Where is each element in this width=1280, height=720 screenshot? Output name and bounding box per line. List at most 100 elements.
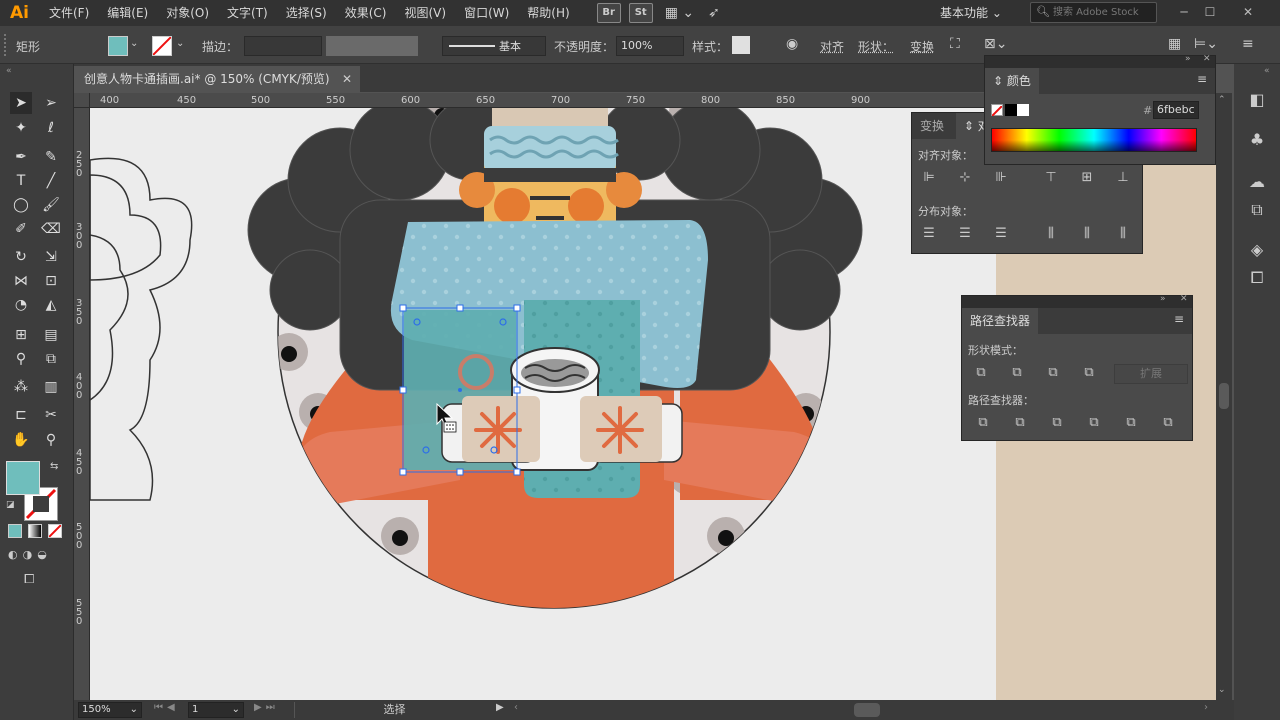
panel-menu-icon[interactable]: ≡	[1174, 312, 1184, 326]
transform-link[interactable]: 变换	[910, 38, 934, 55]
arrange-icon[interactable]: ▦	[1168, 36, 1181, 52]
creative-cloud-libraries-icon[interactable]: ☁	[1245, 170, 1269, 194]
artboard-tool-icon[interactable]: ⊏	[10, 404, 32, 426]
tab-transform[interactable]: 变换	[912, 113, 953, 139]
chevron-down-icon[interactable]: ⌄	[176, 38, 184, 49]
menu-window[interactable]: 窗口(W)	[455, 0, 518, 26]
color-mode-icon[interactable]	[8, 524, 22, 538]
scroll-thumb[interactable]	[1219, 383, 1229, 409]
arrange-documents-icon[interactable]: ▦ ⌄	[665, 5, 694, 21]
distribute-left-icon[interactable]: ⫼	[1040, 223, 1062, 245]
ruler-origin[interactable]	[74, 93, 90, 108]
zoom-tool-icon[interactable]: ⚲	[40, 429, 62, 451]
scroll-left-icon[interactable]: ‹	[514, 702, 518, 713]
fill-swatch[interactable]	[108, 36, 128, 56]
graph-tool-icon[interactable]: ▥	[40, 376, 62, 398]
rotate-tool-icon[interactable]: ↻	[10, 246, 32, 268]
selection-tool-icon[interactable]: ➤	[10, 92, 32, 114]
asset-export-icon[interactable]: ⧉	[1245, 198, 1269, 222]
gradient-tool-icon[interactable]: ▤	[40, 324, 62, 346]
direct-selection-tool-icon[interactable]: ➢	[40, 92, 62, 114]
first-prev-artboard-icon[interactable]: ⏮◀	[154, 702, 179, 713]
workspace-switcher[interactable]: 基本功能 ⌄	[940, 0, 1002, 26]
panel-titlebar[interactable]: » ✕	[985, 54, 1215, 68]
align-left-icon[interactable]: ⊫	[918, 167, 940, 189]
brush-definition-select[interactable]: 基本	[442, 36, 546, 56]
menu-effect[interactable]: 效果(C)	[336, 0, 396, 26]
distribute-hcenter-icon[interactable]: ⫼	[1076, 223, 1098, 245]
variable-width-profile[interactable]	[326, 36, 418, 56]
scroll-up-icon[interactable]: ⌃	[1218, 95, 1226, 105]
bridge-button[interactable]: Br	[596, 3, 621, 23]
properties-panel-icon[interactable]: ◧	[1245, 88, 1269, 112]
mesh-tool-icon[interactable]: ⊞	[10, 324, 32, 346]
transform-options-icon[interactable]: ⊠⌄	[984, 36, 1007, 52]
merge-icon[interactable]: ⧉	[1046, 412, 1068, 434]
scroll-down-icon[interactable]: ⌄	[1218, 685, 1226, 695]
close-icon[interactable]: ✕	[1180, 294, 1188, 304]
align-right-icon[interactable]: ⊪	[990, 167, 1012, 189]
artboards-panel-icon[interactable]: ⧠	[1245, 266, 1269, 290]
curvature-tool-icon[interactable]: ✎	[40, 146, 62, 168]
color-spectrum[interactable]	[991, 128, 1197, 152]
vertical-scrollbar[interactable]: ⌃ ⌄	[1216, 93, 1232, 700]
blend-tool-icon[interactable]: ⧉	[40, 348, 62, 370]
document-tab[interactable]: 创意人物卡通插画.ai* @ 150% (CMYK/预览) ✕	[74, 66, 360, 92]
exclude-icon[interactable]: ⧉	[1078, 362, 1100, 384]
unite-icon[interactable]: ⧉	[970, 362, 992, 384]
align-hcenter-icon[interactable]: ⊹	[954, 167, 976, 189]
draw-modes-icon[interactable]: ◐◑◒	[8, 548, 52, 561]
line-tool-icon[interactable]: ╱	[40, 170, 62, 192]
stroke-weight-input[interactable]	[244, 36, 322, 56]
magic-wand-tool-icon[interactable]: ✦	[10, 117, 32, 139]
default-fill-stroke-icon[interactable]: ◪	[6, 500, 15, 510]
panel-menu-icon[interactable]: ≡	[1197, 72, 1207, 86]
none-swatch[interactable]	[991, 104, 1003, 117]
minus-back-icon[interactable]: ⧉	[1157, 412, 1179, 434]
hand-tool-icon[interactable]: ✋	[10, 429, 32, 451]
status-menu-icon[interactable]: ▶	[496, 702, 504, 713]
intersect-icon[interactable]: ⧉	[1042, 362, 1064, 384]
shape-link[interactable]: 形状：	[858, 38, 894, 55]
slice-tool-icon[interactable]: ✂	[40, 404, 62, 426]
panel-titlebar[interactable]: » ✕	[962, 294, 1192, 308]
scroll-right-icon[interactable]: ›	[1204, 702, 1208, 713]
hex-input[interactable]: 6fbebc	[1153, 101, 1199, 119]
tool-status[interactable]: 选择	[294, 702, 494, 718]
collapse-icon[interactable]: «	[6, 66, 12, 76]
gradient-mode-icon[interactable]	[28, 524, 42, 538]
graphic-style-swatch[interactable]	[732, 36, 750, 54]
menu-type[interactable]: 文字(T)	[218, 0, 277, 26]
vertical-ruler[interactable]: 250 300 350 400 450 500 550	[74, 93, 90, 700]
chevron-down-icon[interactable]: ⌄	[130, 38, 138, 49]
close-tab-icon[interactable]: ✕	[342, 66, 352, 92]
opacity-input[interactable]: 100%	[616, 36, 684, 56]
menu-view[interactable]: 视图(V)	[395, 0, 455, 26]
isolate-object-icon[interactable]: ⛶	[950, 36, 960, 52]
eyedropper-tool-icon[interactable]: ⚲	[10, 348, 32, 370]
menu-file[interactable]: 文件(F)	[40, 0, 98, 26]
stroke-swatch[interactable]	[152, 36, 172, 56]
collapse-icon[interactable]: »	[1185, 54, 1191, 64]
minus-front-icon[interactable]: ⧉	[1006, 362, 1028, 384]
ellipse-tool-icon[interactable]: ◯	[10, 194, 32, 216]
layers-panel-icon[interactable]: ◈	[1245, 238, 1269, 262]
distribute-bottom-icon[interactable]: ☰	[990, 223, 1012, 245]
menu-edit[interactable]: 编辑(E)	[98, 0, 157, 26]
symbols-panel-icon[interactable]: ♣	[1245, 128, 1269, 152]
paintbrush-tool-icon[interactable]: 🖌︎	[40, 194, 62, 216]
gpu-rocket-icon[interactable]: ➶	[708, 5, 720, 21]
shape-builder-tool-icon[interactable]: ◔	[10, 294, 32, 316]
crop-icon[interactable]: ⧉	[1083, 412, 1105, 434]
menu-help[interactable]: 帮助(H)	[518, 0, 578, 26]
eraser-tool-icon[interactable]: ⌫	[40, 218, 62, 240]
maximize-icon[interactable]: ☐	[1192, 0, 1228, 26]
recolor-artwork-icon[interactable]: ◉	[786, 36, 798, 52]
artboard-number-input[interactable]: 1 ⌄	[188, 702, 244, 718]
distribute-right-icon[interactable]: ⫼	[1112, 223, 1134, 245]
align-top-icon[interactable]: ⊤	[1040, 167, 1062, 189]
type-tool-icon[interactable]: T	[10, 170, 32, 192]
free-transform-tool-icon[interactable]: ⊡	[40, 270, 62, 292]
panel-menu-icon[interactable]: ≡	[1242, 36, 1254, 52]
distribute-top-icon[interactable]: ☰	[918, 223, 940, 245]
